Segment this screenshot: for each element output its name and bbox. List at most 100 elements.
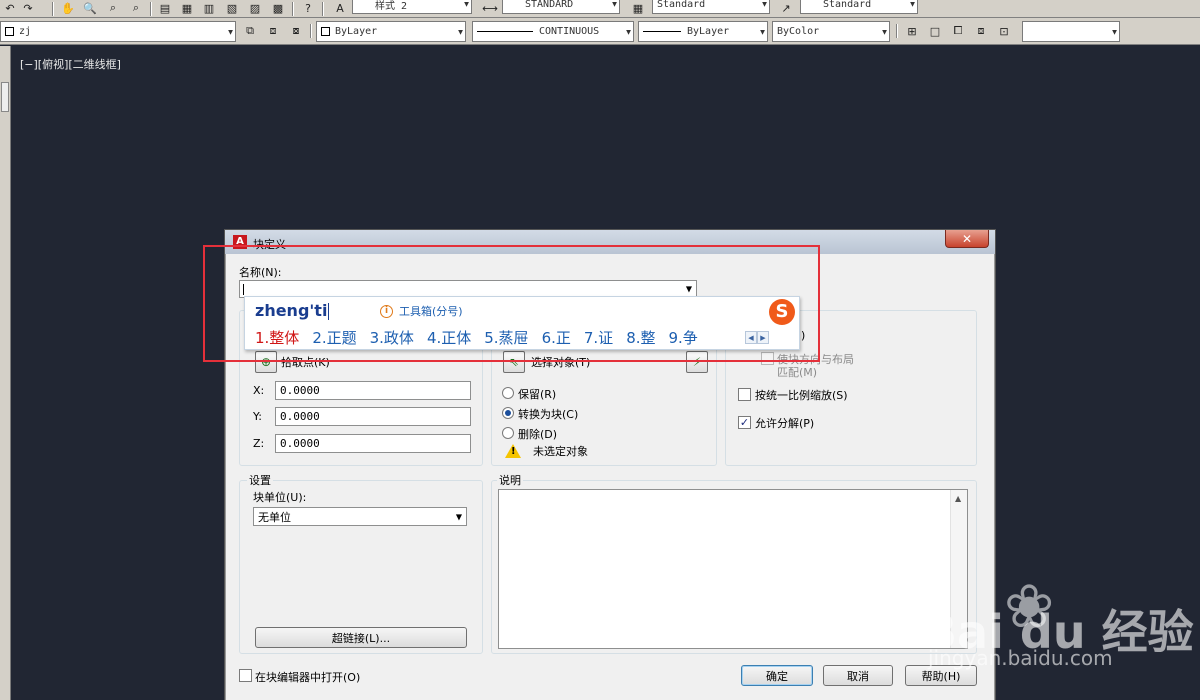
checkmark-icon: ✓ [739, 416, 750, 429]
x-coordinate-input[interactable]: 0.0000 [275, 381, 471, 400]
plotstyle-value: ByColor [777, 26, 820, 37]
chevron-down-icon: ▼ [910, 0, 915, 9]
no-objects-selected-text: 未选定对象 [533, 445, 588, 458]
convert-to-block-label: 转换为块(C) [518, 408, 579, 421]
left-palette-strip [0, 46, 11, 700]
scale-uniformly-label: 按统一比例缩放(S) [755, 389, 848, 402]
table-style-combo[interactable]: Standard ▼ [652, 0, 770, 14]
single-viewport-icon[interactable]: □ [925, 23, 945, 39]
allow-explode-label: 允许分解(P) [755, 417, 815, 430]
convert-to-block-radio[interactable] [502, 407, 514, 419]
highlight-annotation-box [203, 245, 820, 362]
allow-explode-checkbox[interactable]: ✓ [738, 416, 751, 429]
properties-icon[interactable]: ▤ [155, 0, 175, 16]
pan-icon[interactable]: ✋ [58, 0, 78, 16]
chevron-down-icon: ▼ [762, 0, 767, 9]
toolbar-separator [292, 2, 294, 16]
retain-label: 保留(R) [518, 388, 557, 401]
linetype-combo[interactable]: CONTINUOUS ▼ [472, 21, 634, 42]
palette-grip[interactable] [1, 82, 9, 112]
open-in-block-editor-label: 在块编辑器中打开(O) [255, 671, 361, 684]
multileader-style-combo[interactable]: Standard ▼ [800, 0, 918, 14]
text-style-value: 样式 2 [375, 0, 408, 12]
chevron-down-icon: ▼ [626, 27, 631, 36]
dim-style-combo[interactable]: STANDARD ▼ [502, 0, 620, 14]
color-combo[interactable]: ByLayer ▼ [316, 21, 466, 42]
zoom-window-icon[interactable]: ⌕ [103, 0, 123, 16]
block-unit-value: 无单位 [258, 510, 291, 524]
cancel-button[interactable]: 取消 [823, 665, 893, 686]
z-label: Z: [253, 437, 265, 450]
multileader-style-value: Standard [823, 0, 872, 10]
description-title: 说明 [497, 472, 523, 488]
calculator-icon[interactable]: ▩ [268, 0, 288, 16]
layer-previous-icon[interactable]: ⧈ [263, 23, 283, 39]
chevron-down-icon: ▼ [464, 0, 469, 9]
linetype-value: CONTINUOUS [539, 26, 600, 37]
close-icon: ✕ [961, 231, 973, 246]
viewport-controls-label[interactable]: [−][俯视][二维线框] [20, 56, 121, 72]
dim-style-value: STANDARD [525, 0, 574, 10]
chevron-down-icon: ▼ [455, 512, 462, 521]
undo-icon[interactable]: ↶ [0, 0, 20, 16]
design-center-icon[interactable]: ▦ [177, 0, 197, 16]
dim-style-icon[interactable]: ⟷ [480, 0, 500, 16]
layer-combo[interactable]: zj ▼ [0, 21, 236, 42]
table-style-icon[interactable]: ▦ [628, 0, 648, 16]
block-unit-label: 块单位(U): [253, 491, 307, 504]
text-style-icon[interactable]: A [330, 0, 350, 16]
watermark-site: jingyan.baidu.com [928, 646, 1113, 670]
retain-radio[interactable] [502, 387, 514, 399]
markup-icon[interactable]: ▨ [245, 0, 265, 16]
x-label: X: [253, 384, 265, 397]
toolbar-separator [322, 2, 324, 16]
viewport-scale-combo[interactable]: ▼ [1022, 21, 1120, 42]
layer-value: zj [19, 26, 32, 37]
lineweight-sample [643, 31, 681, 32]
redo-icon[interactable]: ↷ [18, 0, 38, 16]
delete-label: 删除(D) [518, 428, 558, 441]
hyperlink-button[interactable]: 超链接(L)... [255, 627, 467, 648]
chevron-down-icon: ▼ [458, 27, 463, 36]
color-value: ByLayer [335, 26, 378, 37]
polygonal-viewport-icon[interactable]: ⧠ [948, 23, 968, 39]
open-in-block-editor-checkbox[interactable] [239, 669, 252, 682]
viewports-icon[interactable]: ⊞ [902, 23, 922, 39]
chevron-down-icon: ▼ [612, 0, 617, 9]
linetype-sample [477, 31, 533, 32]
delete-radio[interactable] [502, 427, 514, 439]
sheet-set-icon[interactable]: ▧ [222, 0, 242, 16]
lineweight-combo[interactable]: ByLayer ▼ [638, 21, 768, 42]
multileader-style-icon[interactable]: ↗ [776, 0, 796, 16]
layer-states-icon[interactable]: ⧇ [286, 23, 306, 39]
zoom-previous-icon[interactable]: ⌕ [126, 0, 146, 16]
viewport-scale-icon[interactable]: ⊡ [994, 23, 1014, 39]
chevron-down-icon: ▼ [1112, 27, 1117, 36]
tool-palettes-icon[interactable]: ▥ [199, 0, 219, 16]
make-current-layer-icon[interactable]: ⧉ [240, 23, 260, 39]
plotstyle-combo[interactable]: ByColor ▼ [772, 21, 890, 42]
toolbar-separator [150, 2, 152, 16]
text-style-combo[interactable]: 样式 2 ▼ [352, 0, 472, 14]
block-unit-combo[interactable]: 无单位 ▼ [253, 507, 467, 526]
zoom-realtime-icon[interactable]: 🔍 [80, 0, 100, 16]
z-coordinate-input[interactable]: 0.0000 [275, 434, 471, 453]
ok-button[interactable]: 确定 [741, 665, 813, 686]
settings-title: 设置 [247, 472, 273, 488]
table-style-value: Standard [657, 0, 706, 10]
help-icon[interactable]: ? [298, 0, 318, 16]
chevron-down-icon: ▼ [882, 27, 887, 36]
toolbar-separator [896, 24, 898, 38]
clip-viewport-icon[interactable]: ⧈ [971, 23, 991, 39]
chevron-down-icon: ▼ [760, 27, 765, 36]
baidu-jingyan-watermark: ❀ Bai du 经验 jingyan.baidu.com [916, 568, 1200, 700]
scale-uniformly-checkbox[interactable] [738, 388, 751, 401]
scroll-up-icon[interactable]: ▲ [955, 494, 961, 503]
lineweight-value: ByLayer [687, 26, 730, 37]
match-orientation-suffix: 匹配(M) [777, 366, 818, 379]
warning-icon: ! [505, 444, 521, 458]
toolbar-separator [310, 24, 312, 38]
close-button[interactable]: ✕ [945, 230, 989, 248]
y-coordinate-input[interactable]: 0.0000 [275, 407, 471, 426]
description-textarea[interactable]: ▲ [498, 489, 968, 649]
